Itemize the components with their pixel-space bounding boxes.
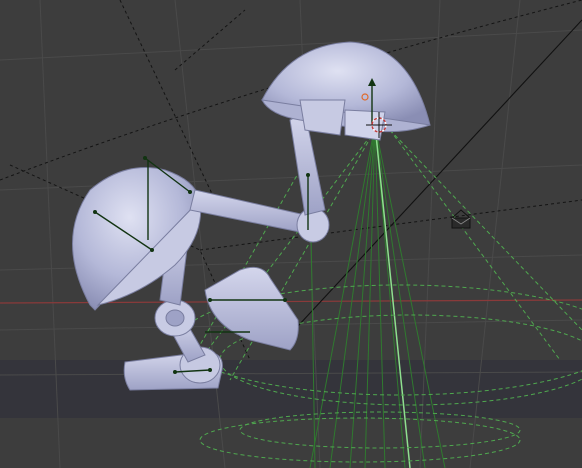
lamp-base[interactable]: [123, 346, 223, 391]
lamp-shade-top[interactable]: [261, 41, 431, 141]
viewport-canvas[interactable]: [0, 0, 582, 468]
camera-gizmo-icon[interactable]: [451, 209, 471, 229]
dashed-guides: [0, 0, 582, 361]
floor-band: [0, 360, 582, 418]
3d-viewport[interactable]: [0, 0, 582, 468]
